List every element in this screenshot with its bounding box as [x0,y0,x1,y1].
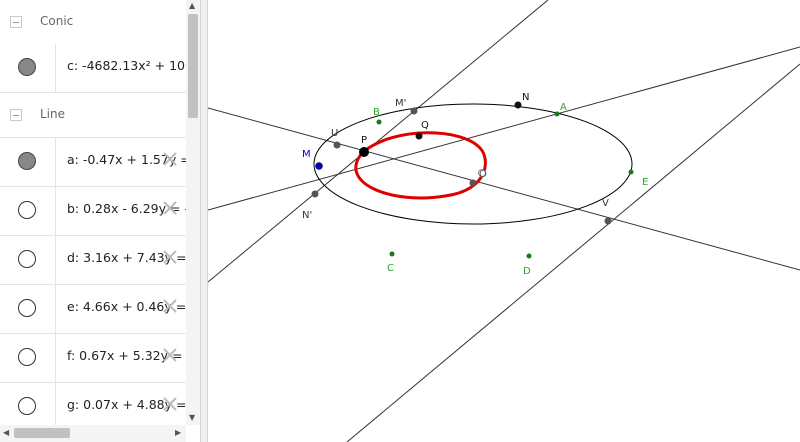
marble-column [0,236,56,284]
point-U[interactable] [333,141,341,149]
algebra-item-d[interactable]: d: 3.16x + 7.43y = [0,236,186,285]
delete-icon[interactable] [160,247,180,267]
algebra-item-b[interactable]: b: 0.28x - 6.29y = - [0,187,186,236]
visibility-toggle[interactable] [18,58,36,76]
point-A[interactable] [554,111,560,117]
line-e[interactable] [346,63,800,442]
point-D[interactable] [526,253,532,259]
point-P[interactable] [359,147,369,157]
collapse-icon[interactable] [10,109,22,121]
graphics-canvas[interactable]: A B C D E M M' N N' O P Q U V [208,0,800,442]
scroll-thumb[interactable] [14,428,70,438]
point-C[interactable] [389,251,395,257]
point-Q[interactable] [415,132,423,140]
delete-icon[interactable] [160,345,180,365]
conic-ellipse[interactable] [313,103,633,225]
visibility-toggle[interactable] [18,348,36,366]
point-M[interactable] [315,162,323,170]
scroll-thumb[interactable] [188,14,198,118]
group-header-line[interactable]: Line [0,93,186,138]
label-A: A [560,102,567,113]
delete-icon[interactable] [160,394,180,414]
visibility-toggle[interactable] [18,152,36,170]
vertical-scrollbar[interactable]: ▲ ▼ [186,0,200,425]
scroll-right-icon[interactable]: ▶ [175,429,181,437]
visibility-toggle[interactable] [18,201,36,219]
group-title: Conic [40,14,74,28]
marble-column [0,383,56,425]
group-title: Line [40,107,66,121]
algebra-item-g[interactable]: g: 0.07x + 4.88y = [0,383,186,425]
label-M: M [302,149,311,160]
marble-column [0,285,56,333]
visibility-toggle[interactable] [18,299,36,317]
label-U: U [331,128,338,139]
algebra-item-c[interactable]: c: -4682.13x² + 100 [0,44,186,93]
line-a[interactable] [208,107,800,271]
label-P: P [361,135,367,146]
algebra-item-text[interactable]: c: -4682.13x² + 100 [67,58,186,73]
point-N[interactable] [514,101,522,109]
view-splitter[interactable] [200,0,208,442]
point-O-dot[interactable] [469,179,477,187]
label-C: C [387,263,394,274]
line-d[interactable] [208,0,549,283]
algebra-item-e[interactable]: e: 4.66x + 0.46y = [0,285,186,334]
algebra-list: Conic c: -4682.13x² + 100 Line a: -0.47x… [0,0,186,425]
delete-icon[interactable] [160,198,180,218]
point-B[interactable] [376,119,382,125]
group-header-conic[interactable]: Conic [0,0,186,45]
marble-column [0,138,56,186]
collapse-icon[interactable] [10,16,22,28]
scroll-left-icon[interactable]: ◀ [3,429,9,437]
marble-column [0,187,56,235]
point-V[interactable] [604,217,612,225]
horizontal-scrollbar[interactable]: ◀ ▶ [0,425,186,442]
line-b[interactable] [208,46,800,211]
point-M-prime[interactable] [410,107,418,115]
algebra-item-a[interactable]: a: -0.47x + 1.57y = [0,138,186,187]
marble-column [0,334,56,382]
label-N-prime: N' [302,210,312,221]
algebra-item-f[interactable]: f: 0.67x + 5.32y = 1 [0,334,186,383]
label-D: D [523,266,531,277]
algebra-view: Conic c: -4682.13x² + 100 Line a: -0.47x… [0,0,200,442]
point-E[interactable] [628,169,634,175]
marble-column [0,44,56,92]
visibility-toggle[interactable] [18,397,36,415]
label-Q: Q [421,120,429,131]
label-N: N [522,92,529,103]
scroll-up-icon[interactable]: ▲ [189,2,195,10]
label-V: V [602,198,609,209]
label-O: O [479,169,487,180]
graphics-view[interactable]: A B C D E M M' N N' O P Q U V [208,0,800,442]
visibility-toggle[interactable] [18,250,36,268]
conic-red[interactable] [354,131,487,200]
delete-icon[interactable] [160,149,180,169]
delete-icon[interactable] [160,296,180,316]
scroll-down-icon[interactable]: ▼ [189,414,195,422]
label-E: E [642,177,648,188]
point-N-prime[interactable] [311,190,319,198]
label-M-prime: M' [395,98,406,109]
label-B: B [373,107,380,118]
